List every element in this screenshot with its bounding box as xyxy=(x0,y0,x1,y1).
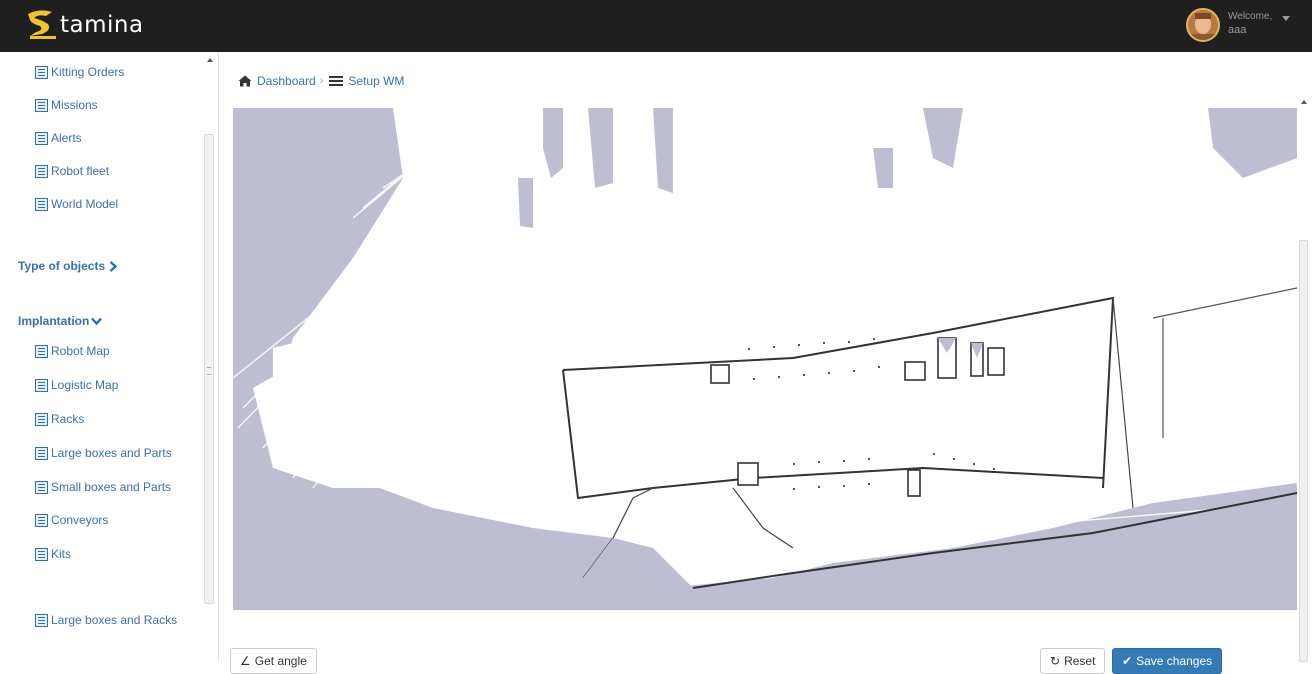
sidebar-item-label: Large boxes and Racks xyxy=(51,613,178,627)
angle-icon: ∠ xyxy=(240,654,251,668)
sidebar-item-label: Kits xyxy=(51,547,72,561)
sidebar: Kitting Orders Missions Alerts Robot fle… xyxy=(0,52,219,662)
main-scroll-up-arrow-icon[interactable] xyxy=(1301,100,1307,104)
avatar[interactable] xyxy=(1186,8,1220,42)
save-changes-label: Save changes xyxy=(1136,654,1213,668)
list-icon xyxy=(35,98,48,112)
get-angle-label: Get angle xyxy=(254,654,307,668)
reset-button[interactable]: ↻ Reset xyxy=(1040,648,1106,674)
username: aaa xyxy=(1228,24,1247,36)
refresh-icon: ↻ xyxy=(1050,654,1061,668)
home-icon xyxy=(238,75,252,87)
list-icon xyxy=(35,446,48,460)
sidebar-item-label: Robot fleet xyxy=(51,164,110,178)
sidebar-item-missions[interactable]: Missions xyxy=(35,95,98,115)
list-icon xyxy=(35,378,48,392)
bars-icon xyxy=(329,76,344,86)
sidebar-item-label: Conveyors xyxy=(51,513,109,527)
sidebar-scrollbar[interactable] xyxy=(204,134,214,604)
sidebar-section-implantation[interactable]: Implantation xyxy=(18,314,103,328)
sidebar-item-robot-map[interactable]: Robot Map xyxy=(35,341,110,361)
top-navbar: tamina Welcome, aaa xyxy=(0,0,1312,52)
sidebar-scroll-up-arrow-icon[interactable] xyxy=(207,58,213,62)
sidebar-item-label: Missions xyxy=(51,98,98,112)
sidebar-item-label: Racks xyxy=(51,412,85,426)
welcome-text: Welcome, xyxy=(1228,11,1273,22)
robot-map-canvas[interactable] xyxy=(233,108,1297,610)
scrollbar-grip xyxy=(207,367,211,375)
chevron-down-icon xyxy=(91,317,103,325)
sidebar-item-robot-fleet[interactable]: Robot fleet xyxy=(35,161,109,181)
sidebar-item-label: World Model xyxy=(51,197,119,211)
sidebar-item-label: Small boxes and Parts xyxy=(51,480,172,494)
breadcrumb-current: Setup WM xyxy=(348,74,405,88)
sidebar-item-conveyors[interactable]: Conveyors xyxy=(35,510,108,530)
sidebar-item-logistic-map[interactable]: Logistic Map xyxy=(35,375,118,395)
list-icon xyxy=(35,131,48,145)
sidebar-item-racks[interactable]: Racks xyxy=(35,409,84,429)
user-menu[interactable]: Welcome, aaa xyxy=(1186,8,1296,44)
sidebar-item-large-boxes-and-parts[interactable]: Large boxes and Parts xyxy=(35,443,172,463)
sidebar-item-kitting-orders[interactable]: Kitting Orders xyxy=(35,62,124,82)
main-scrollbar[interactable] xyxy=(1299,240,1308,662)
sidebar-item-kits[interactable]: Kits xyxy=(35,544,71,564)
breadcrumb-separator: › xyxy=(319,75,324,87)
user-dropdown-caret-icon[interactable] xyxy=(1282,16,1290,21)
logo-mark-icon xyxy=(28,10,56,39)
list-icon xyxy=(35,412,48,426)
sidebar-item-label: Logistic Map xyxy=(51,378,119,392)
list-icon xyxy=(35,65,48,79)
list-icon xyxy=(35,547,48,561)
sidebar-item-world-model[interactable]: World Model xyxy=(35,194,118,214)
app-logo[interactable]: tamina xyxy=(22,6,172,46)
section-label: Type of objects xyxy=(18,259,106,273)
sidebar-item-label: Kitting Orders xyxy=(51,65,125,79)
list-icon xyxy=(35,344,48,358)
list-icon xyxy=(35,197,48,211)
list-icon xyxy=(35,480,48,494)
chevron-right-icon xyxy=(109,260,118,272)
sidebar-item-small-boxes-and-parts[interactable]: Small boxes and Parts xyxy=(35,477,171,497)
list-icon xyxy=(35,164,48,178)
sidebar-section-type-of-objects[interactable]: Type of objects xyxy=(18,259,118,273)
get-angle-button[interactable]: ∠ Get angle xyxy=(230,648,317,674)
list-icon xyxy=(35,513,48,527)
breadcrumb-home-link[interactable]: Dashboard xyxy=(257,74,316,88)
sidebar-item-label: Robot Map xyxy=(51,344,110,358)
list-icon xyxy=(35,613,48,627)
occupancy-map-image xyxy=(233,108,1297,610)
sidebar-item-label: Alerts xyxy=(51,131,82,145)
sidebar-item-label: Large boxes and Parts xyxy=(51,446,172,460)
sidebar-item-alerts[interactable]: Alerts xyxy=(35,128,82,148)
save-changes-button[interactable]: ✔ Save changes xyxy=(1112,648,1223,674)
sidebar-item-large-boxes-and-racks[interactable]: Large boxes and Racks xyxy=(35,610,177,630)
section-label: Implantation xyxy=(18,314,90,328)
reset-label: Reset xyxy=(1064,654,1096,668)
breadcrumb: Dashboard › Setup WM xyxy=(238,72,404,90)
logo-text: tamina xyxy=(60,12,144,38)
check-icon: ✔ xyxy=(1122,654,1133,668)
user-face-icon xyxy=(1188,10,1218,40)
